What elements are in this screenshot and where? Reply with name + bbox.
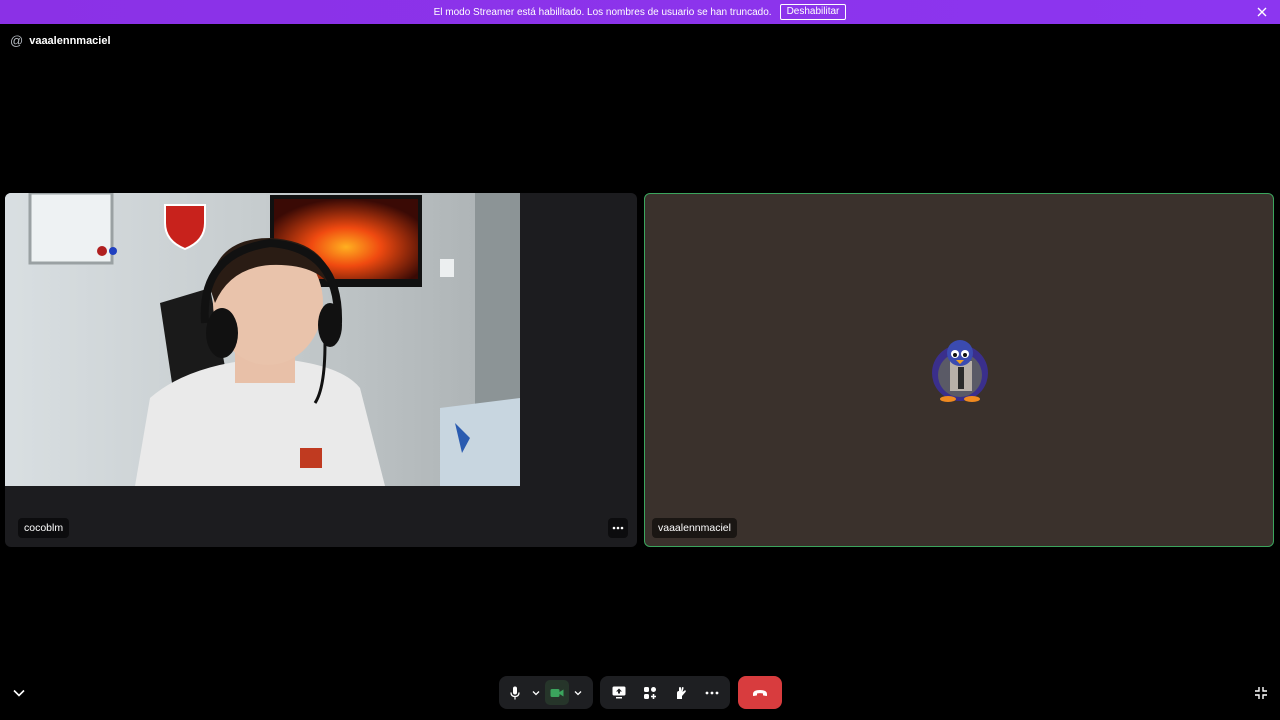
exit-fullscreen-icon[interactable]: [1252, 684, 1270, 702]
user-avatar: [928, 339, 992, 403]
more-icon: [705, 691, 718, 694]
camera-options-button[interactable]: [571, 680, 585, 705]
disconnect-button[interactable]: [738, 676, 782, 709]
camera-button[interactable]: [545, 680, 569, 705]
more-options-button[interactable]: [608, 518, 628, 538]
participant-tile-vaaalennmaciel[interactable]: vaaalennmaciel: [644, 193, 1274, 547]
soundboard-button[interactable]: [666, 680, 695, 705]
banner-message: El modo Streamer está habilitado. Los no…: [433, 6, 772, 18]
more-icon: [612, 526, 624, 530]
activities-button[interactable]: [635, 680, 664, 705]
screen-share-icon: [612, 686, 625, 699]
microphone-button[interactable]: [503, 680, 527, 705]
disable-streamer-mode-button[interactable]: Deshabilitar: [779, 4, 847, 20]
participant-tile-cocoblm[interactable]: cocoblm: [5, 193, 637, 547]
channel-name: vaaalennmaciel: [29, 34, 111, 47]
soundboard-icon: [676, 686, 686, 699]
activities-icon: [643, 686, 656, 699]
more-actions-button[interactable]: [697, 680, 726, 705]
camera-icon: [550, 688, 564, 697]
chevron-down-icon: [532, 690, 540, 695]
audio-video-controls: [499, 676, 593, 709]
chevron-down-icon: [574, 690, 582, 695]
microphone-options-button[interactable]: [529, 680, 543, 705]
at-icon: @: [10, 33, 24, 48]
channel-header: @ vaaalennmaciel: [10, 33, 111, 48]
microphone-icon: [510, 686, 520, 699]
close-icon[interactable]: [1254, 4, 1270, 20]
call-actions: [600, 676, 730, 709]
participant-name: vaaalennmaciel: [652, 518, 737, 538]
streamer-mode-banner: El modo Streamer está habilitado. Los no…: [0, 0, 1280, 24]
hangup-icon: [753, 689, 767, 696]
screen-share-button[interactable]: [604, 680, 633, 705]
participant-name: cocoblm: [18, 518, 70, 538]
collapse-chevron-icon[interactable]: [10, 684, 28, 702]
camera-video: [5, 193, 520, 486]
